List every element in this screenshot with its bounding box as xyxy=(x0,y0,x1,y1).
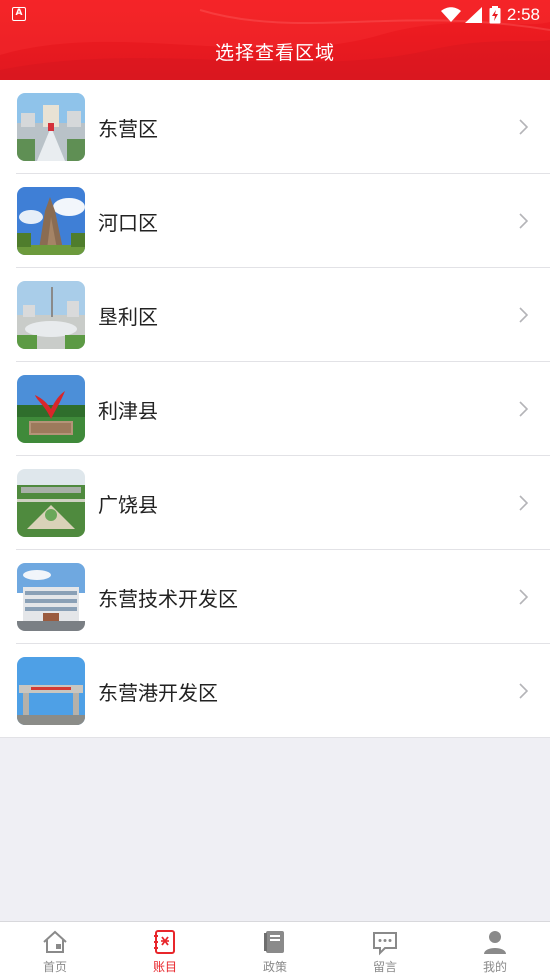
wifi-icon xyxy=(440,7,461,22)
region-list: 东营区 河口区 垦利区 利津县 广饶县 东营技术开发区 东营港开发区 xyxy=(0,80,550,738)
region-item-guangrao[interactable]: 广饶县 xyxy=(0,456,550,550)
bottom-tab-bar: 首页 账目 政策 留言 我的 xyxy=(0,921,550,979)
region-item-dongying[interactable]: 东营区 xyxy=(0,80,550,174)
tab-label: 账目 xyxy=(152,960,177,974)
chevron-right-icon xyxy=(519,213,528,229)
person-icon xyxy=(484,931,506,954)
region-label: 东营技术开发区 xyxy=(98,586,238,611)
chevron-right-icon xyxy=(519,495,528,511)
tab-label: 我的 xyxy=(482,960,507,974)
region-item-kenli[interactable]: 垦利区 xyxy=(0,268,550,362)
chevron-right-icon xyxy=(519,589,528,605)
region-thumbnail xyxy=(17,281,85,349)
tab-label: 留言 xyxy=(372,960,397,974)
tab-ledger[interactable]: 账目 xyxy=(110,922,220,979)
tab-policy[interactable]: 政策 xyxy=(220,922,330,979)
region-item-dongying-tech-zone[interactable]: 东营技术开发区 xyxy=(0,550,550,644)
chevron-right-icon xyxy=(519,119,528,135)
region-thumbnail xyxy=(17,375,85,443)
clock: 2:58 xyxy=(506,5,540,24)
region-item-hekou[interactable]: 河口区 xyxy=(0,174,550,268)
ledger-icon xyxy=(154,930,175,954)
page-title: 选择查看区域 xyxy=(214,42,335,64)
app-notification-icon: A xyxy=(12,7,26,21)
tab-label: 政策 xyxy=(262,960,287,974)
region-thumbnail xyxy=(17,187,85,255)
region-thumbnail xyxy=(17,93,85,161)
chevron-right-icon xyxy=(519,401,528,417)
region-item-dongying-port-zone[interactable]: 东营港开发区 xyxy=(0,644,550,738)
message-icon xyxy=(373,932,397,956)
app-header: A 2:58 选择查看区域 xyxy=(0,0,550,80)
chevron-right-icon xyxy=(519,307,528,323)
region-label: 河口区 xyxy=(98,210,158,235)
region-label: 利津县 xyxy=(98,398,158,423)
signal-icon xyxy=(464,7,482,23)
book-icon xyxy=(264,931,284,953)
chevron-right-icon xyxy=(519,683,528,699)
region-thumbnail xyxy=(17,563,85,631)
status-bar: A 2:58 xyxy=(0,0,550,30)
region-item-lijin[interactable]: 利津县 xyxy=(0,362,550,456)
region-label: 广饶县 xyxy=(98,492,158,517)
tab-label: 首页 xyxy=(42,960,67,974)
tab-profile[interactable]: 我的 xyxy=(440,922,550,979)
region-label: 垦利区 xyxy=(98,304,158,329)
battery-icon xyxy=(489,6,501,24)
home-icon xyxy=(43,930,67,953)
tab-home[interactable]: 首页 xyxy=(0,922,110,979)
tab-messages[interactable]: 留言 xyxy=(330,922,440,979)
region-thumbnail xyxy=(17,657,85,725)
region-label: 东营港开发区 xyxy=(98,680,218,705)
region-thumbnail xyxy=(17,469,85,537)
region-label: 东营区 xyxy=(98,116,158,141)
